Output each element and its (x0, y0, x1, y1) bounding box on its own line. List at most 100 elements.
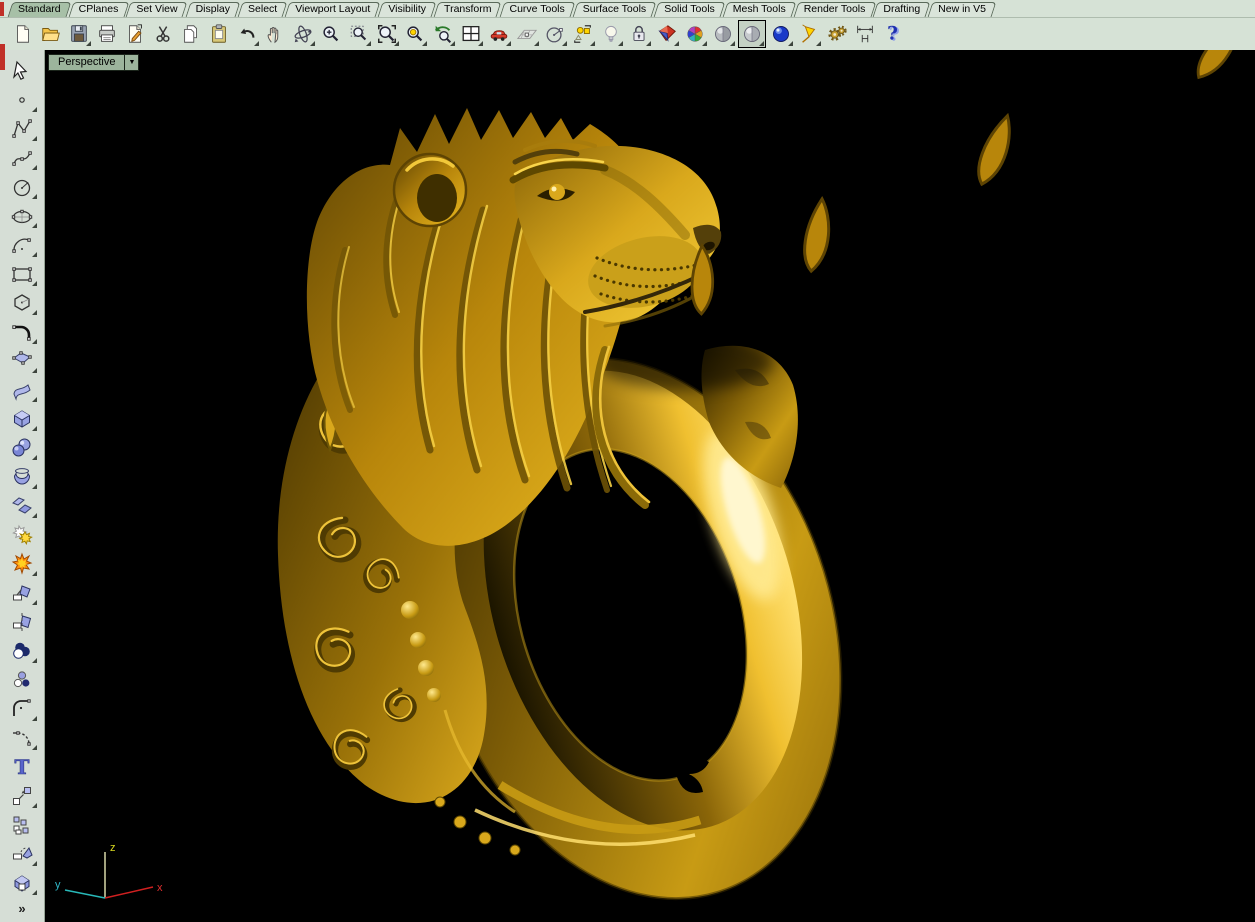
tab-set-view[interactable]: Set View (128, 2, 185, 17)
named-view-button[interactable] (486, 21, 512, 47)
split-button[interactable] (6, 609, 38, 635)
undo-view-change-button[interactable] (430, 21, 456, 47)
tab-label: CPlanes (79, 3, 119, 15)
rectangle-button[interactable] (6, 261, 38, 287)
surface-from-points-button[interactable] (6, 348, 38, 374)
text-object-button[interactable]: T (6, 754, 38, 780)
trim-button[interactable] (6, 580, 38, 606)
viewport-layout-button[interactable] (458, 21, 484, 47)
boolean-intersection-button[interactable] (6, 667, 38, 693)
sphere-button[interactable] (6, 435, 38, 461)
rotate-object-icon (10, 842, 34, 866)
single-point-button[interactable] (6, 87, 38, 113)
copy-object-button[interactable] (6, 812, 38, 838)
cage-edit-button[interactable] (6, 870, 38, 896)
box-button[interactable] (6, 406, 38, 432)
undo-button[interactable] (234, 21, 260, 47)
tab-label: Curve Tools (510, 3, 565, 15)
explode-button[interactable] (6, 551, 38, 577)
trim-icon (10, 581, 34, 605)
curve-interpolate-button[interactable] (6, 145, 38, 171)
cylinder-icon (10, 465, 34, 489)
move-button[interactable] (6, 783, 38, 809)
tab-mesh-tools[interactable]: Mesh Tools (725, 2, 794, 17)
lock-objects-button[interactable] (626, 21, 652, 47)
shaded-display-button[interactable] (710, 21, 736, 47)
rendered-display-button[interactable] (768, 21, 794, 47)
viewport-dropdown-icon[interactable]: ▼ (124, 55, 138, 70)
polygon-icon (10, 291, 34, 315)
open-file-button[interactable] (38, 21, 64, 47)
paste-button[interactable] (206, 21, 232, 47)
boolean-difference-button[interactable] (6, 638, 38, 664)
pan-view-button[interactable] (262, 21, 288, 47)
selection-filter-button[interactable] (570, 21, 596, 47)
help-button[interactable]: ?? (880, 21, 906, 47)
new-file-button[interactable] (10, 21, 36, 47)
tab-drafting[interactable]: Drafting (875, 2, 928, 17)
tab-surface-tools[interactable]: Surface Tools (575, 2, 654, 17)
blend-curve-button[interactable] (6, 725, 38, 751)
tab-curve-tools[interactable]: Curve Tools (502, 2, 573, 17)
tab-select[interactable]: Select (240, 2, 285, 17)
tab-render-tools[interactable]: Render Tools (796, 2, 874, 17)
ring-render (45, 50, 1255, 922)
ellipse-button[interactable] (6, 203, 38, 229)
tab-visibility[interactable]: Visibility (380, 2, 434, 17)
new-file-icon (12, 23, 34, 45)
split-icon (10, 610, 34, 634)
rectangle-icon (10, 262, 34, 286)
copy-button[interactable] (178, 21, 204, 47)
tab-label: Transform (444, 3, 491, 15)
tab-new-in-v5[interactable]: New in V5 (930, 2, 994, 17)
boolean-union-button[interactable] (6, 522, 38, 548)
tab-cplanes[interactable]: CPlanes (71, 2, 127, 17)
svg-text:?: ? (887, 24, 898, 45)
zoom-extents-button[interactable] (374, 21, 400, 47)
arc-button[interactable] (6, 232, 38, 258)
set-cplane-button[interactable] (514, 21, 540, 47)
viewport-title-label[interactable]: Perspective (49, 55, 124, 70)
zoom-window-button[interactable] (346, 21, 372, 47)
tab-transform[interactable]: Transform (436, 2, 499, 17)
surface-loft-button[interactable] (6, 377, 38, 403)
surface-from-points-icon (10, 349, 34, 373)
options-button[interactable] (824, 21, 850, 47)
tab-solid-tools[interactable]: Solid Tools (656, 2, 723, 17)
set-view-button[interactable] (542, 21, 568, 47)
hide-objects-button[interactable] (598, 21, 624, 47)
rotate-view-icon (292, 23, 314, 45)
cut-button[interactable] (150, 21, 176, 47)
circle-button[interactable] (6, 174, 38, 200)
extrude-surface-button[interactable] (6, 493, 38, 519)
zoom-dynamic-button[interactable] (318, 21, 344, 47)
ghosted-display-button[interactable] (738, 20, 766, 48)
viewport-title[interactable]: Perspective ▼ (48, 54, 139, 71)
perspective-viewport[interactable]: Perspective ▼ z x y (45, 50, 1255, 922)
curve-handles-button[interactable] (6, 319, 38, 345)
tab-viewport-layout[interactable]: Viewport Layout (287, 2, 378, 17)
tab-label: Select (248, 3, 277, 15)
sidebar-grip[interactable] (0, 44, 5, 70)
more-tools-chevron[interactable]: » (18, 901, 25, 916)
fillet-curve-button[interactable] (6, 696, 38, 722)
zoom-selected-button[interactable] (402, 21, 428, 47)
edit-page-button[interactable] (122, 21, 148, 47)
select-button[interactable] (6, 58, 38, 84)
rotate-object-button[interactable] (6, 841, 38, 867)
cylinder-button[interactable] (6, 464, 38, 490)
polyline-button[interactable] (6, 116, 38, 142)
tab-standard[interactable]: Standard (10, 2, 69, 17)
save-file-button[interactable] (66, 21, 92, 47)
extrude-surface-icon (10, 494, 34, 518)
shade-view-button[interactable] (654, 21, 680, 47)
rendered-view-button[interactable] (682, 21, 708, 47)
curve-interpolate-icon (10, 146, 34, 170)
axis-x-label: x (157, 882, 163, 894)
print-button[interactable] (94, 21, 120, 47)
render-preview-button[interactable] (796, 21, 822, 47)
polygon-button[interactable] (6, 290, 38, 316)
rotate-view-button[interactable] (290, 21, 316, 47)
tab-display[interactable]: Display (188, 2, 238, 17)
dimension-button[interactable] (852, 21, 878, 47)
